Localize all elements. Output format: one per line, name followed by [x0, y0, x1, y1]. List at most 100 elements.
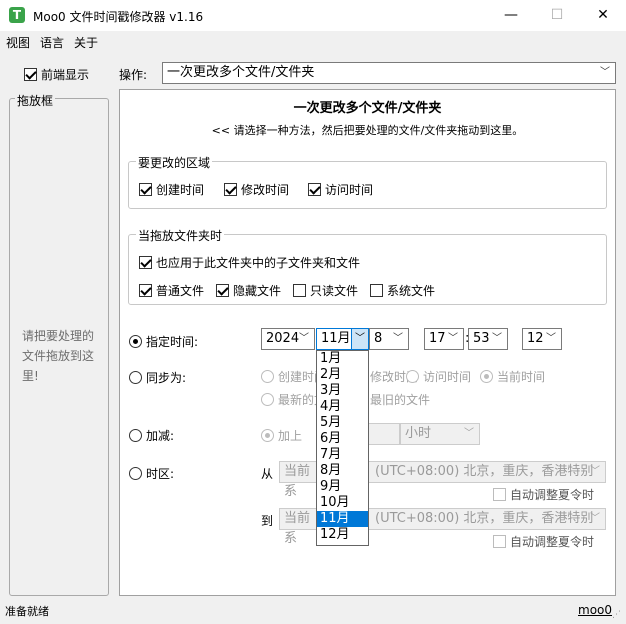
readonly-files-option[interactable]: 只读文件	[293, 282, 358, 299]
from-dst-option[interactable]: 自动调整夏令时	[493, 486, 594, 503]
minute-select[interactable]: 53 ﹀	[468, 328, 508, 350]
add-plus[interactable]: 加上	[261, 427, 302, 444]
sync-current[interactable]: 当前时间	[480, 368, 545, 385]
readonly-files-checkbox[interactable]	[293, 284, 306, 297]
chevron-down-icon: ﹀	[492, 333, 502, 344]
timezone-option[interactable]: 时区:	[129, 465, 174, 482]
normal-files-option[interactable]: 普通文件	[139, 282, 204, 299]
hour-select[interactable]: 17 ﹀	[424, 328, 464, 350]
year-select[interactable]: 2024 ﹀	[261, 328, 315, 350]
hidden-files-label: 隐藏文件	[233, 284, 282, 298]
month-option[interactable]: 3月	[317, 383, 368, 399]
chevron-down-icon[interactable]: ﹀	[351, 329, 368, 349]
from-timezone-select[interactable]: 当前系	[279, 461, 316, 499]
operation-select-value: 一次更改多个文件/文件夹	[167, 65, 315, 80]
sync-accessed-label: 访问时间	[423, 370, 472, 384]
month-select[interactable]: 11月 ﹀	[316, 328, 369, 350]
modified-time-option[interactable]: 修改时间	[224, 181, 289, 198]
drop-zone-hint: 请把要处理的文件拖放到这里!	[22, 329, 95, 383]
front-display-label: 前端显示	[41, 68, 90, 82]
month-option[interactable]: 6月	[317, 431, 368, 447]
operation-select[interactable]: 一次更改多个文件/文件夹 ﹀	[162, 62, 616, 84]
from-dst-label: 自动调整夏令时	[510, 488, 595, 502]
sync-newest-radio[interactable]	[261, 393, 274, 406]
close-button[interactable]: ✕	[580, 0, 626, 31]
title-bar: T Moo0 文件时间戳修改器 v1.16 — ☐ ✕	[0, 0, 626, 31]
readonly-files-label: 只读文件	[310, 284, 359, 298]
month-option[interactable]: 9月	[317, 479, 368, 495]
sync-accessed-radio[interactable]	[406, 370, 419, 383]
add-radio[interactable]	[129, 429, 142, 442]
month-option[interactable]: 8月	[317, 463, 368, 479]
day-select[interactable]: 8 ﹀	[369, 328, 409, 350]
chevron-down-icon: ﹀	[393, 333, 403, 344]
add-unit-value: 小时	[405, 426, 432, 441]
add-plus-label: 加上	[278, 429, 303, 443]
normal-files-checkbox[interactable]	[139, 284, 152, 297]
specify-time-option[interactable]: 指定时间:	[129, 333, 198, 350]
sync-option[interactable]: 同步为:	[129, 369, 186, 386]
front-display-checkbox[interactable]	[24, 68, 37, 81]
maximize-button[interactable]: ☐	[534, 0, 580, 31]
year-value: 2024	[266, 331, 300, 346]
from-timezone-select-tail[interactable]: (UTC+08:00) 北京，重庆，香港特别 ﹀	[369, 461, 606, 483]
month-option[interactable]: 4月	[317, 399, 368, 415]
sync-created-radio[interactable]	[261, 370, 274, 383]
month-option[interactable]: 7月	[317, 447, 368, 463]
month-value: 11月	[321, 331, 351, 346]
resize-grip-icon[interactable]: ⋰	[612, 610, 621, 620]
menu-language[interactable]: 语言	[40, 34, 64, 51]
hidden-files-checkbox[interactable]	[216, 284, 229, 297]
front-display-toggle[interactable]: 前端显示	[24, 66, 89, 83]
status-text: 准备就绪	[5, 605, 49, 618]
hidden-files-option[interactable]: 隐藏文件	[216, 282, 281, 299]
created-time-option[interactable]: 创建时间	[139, 181, 204, 198]
to-timezone-value: (UTC+08:00) 北京，重庆，香港特别	[375, 511, 594, 526]
subfolders-option[interactable]: 也应用于此文件夹中的子文件夹和文件	[139, 254, 360, 271]
system-files-checkbox[interactable]	[370, 284, 383, 297]
chevron-down-icon: ﹀	[600, 67, 610, 78]
menu-about[interactable]: 关于	[74, 34, 98, 51]
to-dst-option[interactable]: 自动调整夏令时	[493, 533, 594, 550]
to-dst-checkbox[interactable]	[493, 535, 506, 548]
app-icon: T	[9, 7, 25, 23]
month-option[interactable]: 5月	[317, 415, 368, 431]
month-option-selected[interactable]: 11月	[317, 511, 368, 527]
timezone-radio[interactable]	[129, 467, 142, 480]
month-option[interactable]: 12月	[317, 527, 368, 543]
system-files-option[interactable]: 系统文件	[370, 282, 435, 299]
second-select[interactable]: 12 ﹀	[522, 328, 562, 350]
sync-accessed[interactable]: 访问时间	[406, 368, 471, 385]
sync-oldest[interactable]: 最旧的文件	[370, 391, 430, 408]
created-time-checkbox[interactable]	[139, 183, 152, 196]
to-timezone-select-tail[interactable]: (UTC+08:00) 北京，重庆，香港特别 ﹀	[369, 508, 606, 530]
accessed-time-checkbox[interactable]	[308, 183, 321, 196]
add-plus-radio[interactable]	[261, 429, 274, 442]
to-timezone-select[interactable]: 当前系	[279, 508, 316, 546]
page-subtitle: << 请选择一种方法，然后把要处理的文件/文件夹拖动到这里。	[211, 124, 524, 137]
minimize-button[interactable]: —	[488, 0, 534, 31]
page-title: 一次更改多个文件/文件夹	[293, 101, 442, 116]
from-dst-checkbox[interactable]	[493, 488, 506, 501]
subfolders-checkbox[interactable]	[139, 256, 152, 269]
add-amount-select[interactable]	[369, 423, 400, 445]
month-option[interactable]: 10月	[317, 495, 368, 511]
modified-time-checkbox[interactable]	[224, 183, 237, 196]
day-value: 8	[374, 331, 383, 346]
add-unit-select[interactable]: 小时 ﹀	[400, 423, 480, 445]
month-option[interactable]: 2月	[317, 367, 368, 383]
chevron-down-icon: ﹀	[590, 466, 600, 477]
add-label: 加减:	[146, 429, 175, 443]
sync-current-radio[interactable]	[480, 370, 493, 383]
sync-radio[interactable]	[129, 371, 142, 384]
accessed-time-option[interactable]: 访问时间	[308, 181, 373, 198]
minute-value: 53	[473, 331, 490, 346]
month-option[interactable]: 1月	[317, 351, 368, 367]
operation-label: 操作:	[119, 68, 148, 82]
moo0-link[interactable]: moo0	[578, 603, 612, 617]
drop-zone-title: 拖放框	[15, 92, 56, 109]
specify-time-radio[interactable]	[129, 335, 142, 348]
menu-view[interactable]: 视图	[6, 34, 30, 51]
month-dropdown-list[interactable]: 1月 2月 3月 4月 5月 6月 7月 8月 9月 10月 11月 12月	[316, 350, 369, 546]
add-option[interactable]: 加减:	[129, 427, 174, 444]
